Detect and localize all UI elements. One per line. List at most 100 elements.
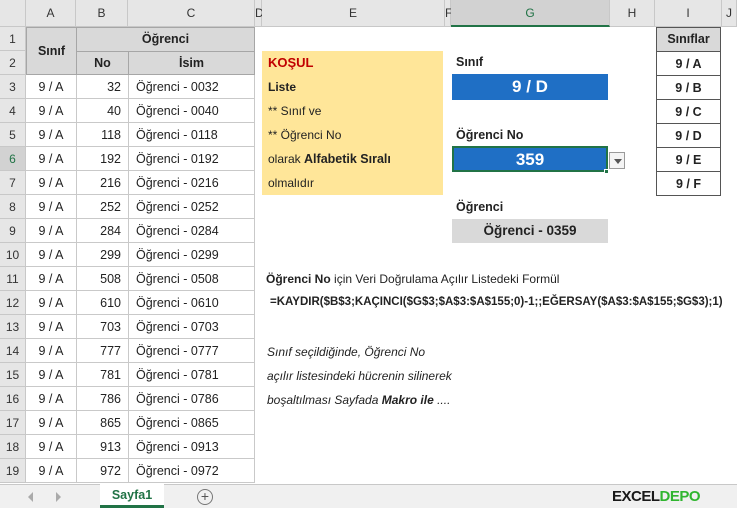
tab-sayfa1[interactable]: Sayfa1 [100,484,164,508]
cell-sinif[interactable]: 9 / A [26,243,77,267]
column-header-h[interactable]: H [610,0,655,27]
cell-no[interactable]: 252 [76,195,129,219]
cell-isim[interactable]: Öğrenci - 0032 [128,75,255,99]
cell-no[interactable]: 299 [76,243,129,267]
cell-isim[interactable]: Öğrenci - 0913 [128,435,255,459]
sinif-list-item[interactable]: 9 / F [656,172,721,196]
cell-isim[interactable]: Öğrenci - 0777 [128,339,255,363]
spreadsheet-grid[interactable]: ABCDEFGHIJ 1 2 3 4 5 6 7 8 9 10 11 12 13 14 15 16 17 18 19… [0,0,737,484]
row-header-5[interactable]: 5 [0,123,26,147]
sinif-list-item[interactable]: 9 / C [656,100,721,124]
cell-sinif[interactable]: 9 / A [26,411,77,435]
cell-no[interactable]: 972 [76,459,129,483]
row-header-17[interactable]: 17 [0,411,26,435]
fill-handle[interactable] [604,169,609,174]
select-all-corner[interactable] [0,0,26,27]
cell-sinif[interactable]: 9 / A [26,363,77,387]
dropdown-arrow-icon[interactable] [609,152,625,169]
column-header-b[interactable]: B [76,0,128,27]
cell-no[interactable]: 32 [76,75,129,99]
cell-sinif[interactable]: 9 / A [26,75,77,99]
cell-isim[interactable]: Öğrenci - 0118 [128,123,255,147]
column-header-j[interactable]: J [722,0,737,27]
cell-no[interactable]: 284 [76,219,129,243]
cell-no[interactable]: 865 [76,411,129,435]
cell-isim[interactable]: Öğrenci - 0299 [128,243,255,267]
cell-isim[interactable]: Öğrenci - 0786 [128,387,255,411]
row-header-1[interactable]: 1 [0,27,26,51]
row-header-15[interactable]: 15 [0,363,26,387]
cell-isim[interactable]: Öğrenci - 0508 [128,267,255,291]
cell-sinif[interactable]: 9 / A [26,123,77,147]
row-header-9[interactable]: 9 [0,219,26,243]
cell-sinif[interactable]: 9 / A [26,459,77,483]
sinif-list-item[interactable]: 9 / A [656,52,721,76]
header-sinif[interactable]: Sınıf [26,27,77,75]
cell-no[interactable]: 781 [76,363,129,387]
cell-sinif[interactable]: 9 / A [26,195,77,219]
row-header-8[interactable]: 8 [0,195,26,219]
row-header-2[interactable]: 2 [0,51,26,75]
row-header-4[interactable]: 4 [0,99,26,123]
cell-sinif[interactable]: 9 / A [26,171,77,195]
ogrenci-value-cell[interactable]: Öğrenci - 0359 [452,219,608,243]
row-header-16[interactable]: 16 [0,387,26,411]
cell-sinif[interactable]: 9 / A [26,339,77,363]
siniflar-header[interactable]: Sınıflar [656,27,721,52]
column-header-a[interactable]: A [26,0,76,27]
scroll-left-icon[interactable] [28,492,33,502]
cell-sinif[interactable]: 9 / A [26,147,77,171]
cell-no[interactable]: 913 [76,435,129,459]
cell-isim[interactable]: Öğrenci - 0252 [128,195,255,219]
sinif-list-item[interactable]: 9 / B [656,76,721,100]
sinif-value-cell[interactable]: 9 / D [452,74,608,100]
cell-sinif[interactable]: 9 / A [26,267,77,291]
cell-sinif[interactable]: 9 / A [26,387,77,411]
cell-isim[interactable]: Öğrenci - 0781 [128,363,255,387]
column-header-g[interactable]: G [451,0,610,27]
row-header-14[interactable]: 14 [0,339,26,363]
cell-no[interactable]: 508 [76,267,129,291]
cell-sinif[interactable]: 9 / A [26,219,77,243]
ogrenci-no-dropdown-cell[interactable]: 359 [452,146,608,172]
header-ogrenci[interactable]: Öğrenci [76,27,255,52]
cell-no[interactable]: 118 [76,123,129,147]
cell-sinif[interactable]: 9 / A [26,315,77,339]
row-header-7[interactable]: 7 [0,171,26,195]
cell-isim[interactable]: Öğrenci - 0610 [128,291,255,315]
cell-no[interactable]: 610 [76,291,129,315]
scroll-right-icon[interactable] [56,492,61,502]
header-no[interactable]: No [76,51,129,75]
sinif-list-item[interactable]: 9 / E [656,148,721,172]
cell-isim[interactable]: Öğrenci - 0972 [128,459,255,483]
cell-no[interactable]: 192 [76,147,129,171]
add-sheet-icon[interactable]: + [197,489,213,505]
row-header-18[interactable]: 18 [0,435,26,459]
cell-no[interactable]: 786 [76,387,129,411]
row-header-3[interactable]: 3 [0,75,26,99]
row-header-19[interactable]: 19 [0,459,26,483]
cell-isim[interactable]: Öğrenci - 0216 [128,171,255,195]
cell-no[interactable]: 703 [76,315,129,339]
column-header-d[interactable]: D [255,0,264,27]
row-header-10[interactable]: 10 [0,243,26,267]
column-header-c[interactable]: C [128,0,255,27]
sinif-list-item[interactable]: 9 / D [656,124,721,148]
cell-sinif[interactable]: 9 / A [26,99,77,123]
header-isim[interactable]: İsim [128,51,255,75]
cell-no[interactable]: 216 [76,171,129,195]
cell-sinif[interactable]: 9 / A [26,435,77,459]
column-header-i[interactable]: I [655,0,722,27]
row-header-12[interactable]: 12 [0,291,26,315]
cell-isim[interactable]: Öğrenci - 0703 [128,315,255,339]
row-header-13[interactable]: 13 [0,315,26,339]
cell-sinif[interactable]: 9 / A [26,291,77,315]
cell-isim[interactable]: Öğrenci - 0192 [128,147,255,171]
column-header-e[interactable]: E [262,0,445,27]
cell-isim[interactable]: Öğrenci - 0284 [128,219,255,243]
cell-isim[interactable]: Öğrenci - 0040 [128,99,255,123]
cell-no[interactable]: 777 [76,339,129,363]
cell-isim[interactable]: Öğrenci - 0865 [128,411,255,435]
cell-no[interactable]: 40 [76,99,129,123]
row-header-6[interactable]: 6 [0,147,26,171]
